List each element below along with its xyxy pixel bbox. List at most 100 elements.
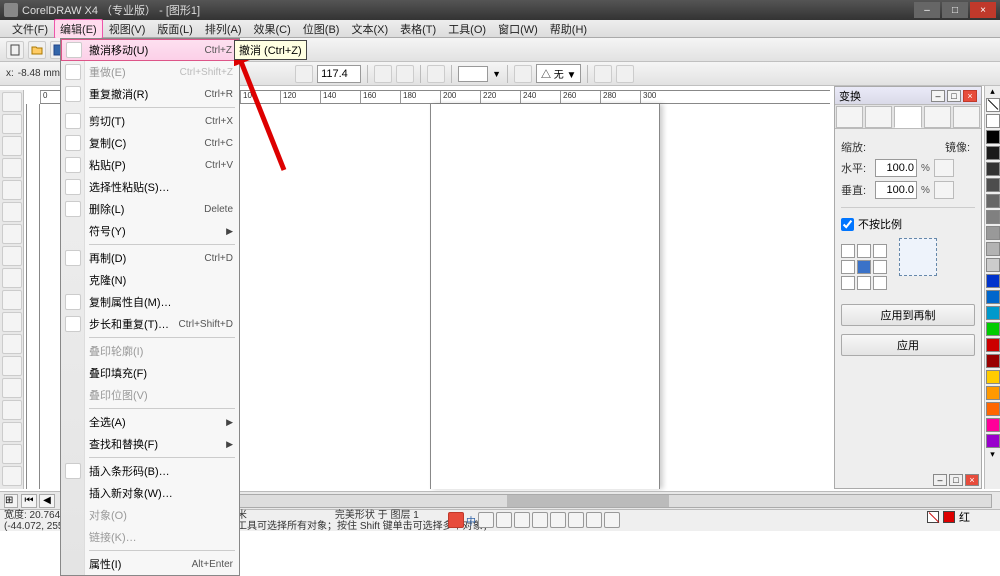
palette-up-icon[interactable]: ▴ bbox=[985, 86, 1000, 97]
menu-7[interactable]: 文本(X) bbox=[345, 19, 394, 39]
no-color-swatch[interactable] bbox=[986, 98, 1000, 112]
edit-menu-item-2[interactable]: 重复撤消(R)Ctrl+R bbox=[61, 83, 239, 105]
tab-position[interactable] bbox=[836, 106, 863, 128]
minimize-button[interactable]: – bbox=[914, 2, 940, 18]
color-swatch[interactable] bbox=[986, 306, 1000, 320]
edit-menu-item-4[interactable]: 剪切(T)Ctrl+X bbox=[61, 110, 239, 132]
rotate-icon[interactable] bbox=[295, 65, 313, 83]
align-icon[interactable] bbox=[427, 65, 445, 83]
tray-icon[interactable] bbox=[550, 512, 566, 528]
color-swatch[interactable] bbox=[986, 418, 1000, 432]
edit-menu-item-9[interactable]: 符号(Y)▶ bbox=[61, 220, 239, 242]
docker-max-icon[interactable]: □ bbox=[947, 90, 961, 102]
edit-menu-item-28[interactable]: 属性(I)Alt+Enter bbox=[61, 553, 239, 575]
tab-skew[interactable] bbox=[953, 106, 980, 128]
color-swatch[interactable] bbox=[986, 338, 1000, 352]
color-swatch[interactable] bbox=[986, 178, 1000, 192]
tab-size[interactable] bbox=[924, 106, 951, 128]
rectangle-tool[interactable] bbox=[2, 224, 22, 244]
freehand-tool[interactable] bbox=[2, 180, 22, 200]
tray-sogou-icon[interactable] bbox=[448, 512, 464, 528]
docker2-close-icon[interactable]: × bbox=[965, 474, 979, 486]
edit-menu-item-6[interactable]: 粘贴(P)Ctrl+V bbox=[61, 154, 239, 176]
tray-icon[interactable] bbox=[586, 512, 602, 528]
menu-1[interactable]: 编辑(E) bbox=[54, 19, 103, 39]
mirror-v-icon[interactable] bbox=[396, 65, 414, 83]
color-swatch[interactable] bbox=[986, 162, 1000, 176]
menu-11[interactable]: 帮助(H) bbox=[544, 19, 593, 39]
tray-icon[interactable] bbox=[496, 512, 512, 528]
docker2-max-icon[interactable]: □ bbox=[949, 474, 963, 486]
page-first-button[interactable]: ⏮ bbox=[21, 494, 37, 508]
menu-3[interactable]: 版面(L) bbox=[151, 19, 198, 39]
menu-5[interactable]: 效果(C) bbox=[248, 19, 297, 39]
pick-tool[interactable] bbox=[2, 92, 22, 112]
color-swatch[interactable] bbox=[986, 146, 1000, 160]
no-outline-swatch[interactable] bbox=[927, 511, 939, 523]
menu-6[interactable]: 位图(B) bbox=[297, 19, 346, 39]
menu-0[interactable]: 文件(F) bbox=[6, 19, 54, 39]
palette-down-icon[interactable]: ▾ bbox=[985, 449, 1000, 460]
new-icon[interactable] bbox=[6, 41, 24, 59]
edit-menu-item-24[interactable]: 插入新对象(W)… bbox=[61, 482, 239, 504]
wrap-combo[interactable]: △ 无 ▼ bbox=[536, 64, 581, 83]
ellipse-tool[interactable] bbox=[2, 246, 22, 266]
docker2-min-icon[interactable]: – bbox=[933, 474, 947, 486]
edit-menu-item-0[interactable]: 撤消移动(U)Ctrl+Z bbox=[61, 39, 239, 61]
color-swatch[interactable] bbox=[986, 210, 1000, 224]
apply-duplicate-button[interactable]: 应用到再制 bbox=[841, 304, 975, 326]
color-swatch[interactable] bbox=[986, 434, 1000, 448]
crop-tool[interactable] bbox=[2, 136, 22, 156]
edit-menu-item-11[interactable]: 再制(D)Ctrl+D bbox=[61, 247, 239, 269]
edit-menu-item-20[interactable]: 全选(A)▶ bbox=[61, 411, 239, 433]
outline-tool[interactable] bbox=[2, 444, 22, 464]
color-swatch[interactable] bbox=[986, 226, 1000, 240]
edit-menu-item-13[interactable]: 复制属性自(M)… bbox=[61, 291, 239, 313]
shape-tool[interactable] bbox=[2, 114, 22, 134]
color-swatch[interactable] bbox=[986, 290, 1000, 304]
edit-menu-item-14[interactable]: 步长和重复(T)…Ctrl+Shift+D bbox=[61, 313, 239, 335]
mirror-v-button[interactable] bbox=[934, 181, 954, 199]
edit-menu-item-12[interactable]: 克隆(N) bbox=[61, 269, 239, 291]
basic-shapes-tool[interactable] bbox=[2, 290, 22, 310]
table-tool[interactable] bbox=[2, 334, 22, 354]
anchor-grid[interactable] bbox=[841, 244, 887, 290]
color-swatch[interactable] bbox=[986, 274, 1000, 288]
color-swatch[interactable] bbox=[986, 130, 1000, 144]
tab-rotate[interactable] bbox=[865, 106, 892, 128]
docker-close-icon[interactable]: × bbox=[963, 90, 977, 102]
tray-icon[interactable] bbox=[604, 512, 620, 528]
tray-icon[interactable] bbox=[514, 512, 530, 528]
close-button[interactable]: × bbox=[970, 2, 996, 18]
dimension-tool[interactable] bbox=[2, 356, 22, 376]
apply-button[interactable]: 应用 bbox=[841, 334, 975, 356]
menu-4[interactable]: 排列(A) bbox=[199, 19, 248, 39]
convert2-icon[interactable] bbox=[616, 65, 634, 83]
text-tool[interactable] bbox=[2, 312, 22, 332]
mirror-h-icon[interactable] bbox=[374, 65, 392, 83]
wrap-icon[interactable] bbox=[514, 65, 532, 83]
color-swatch[interactable] bbox=[986, 258, 1000, 272]
polygon-tool[interactable] bbox=[2, 268, 22, 288]
tray-icon[interactable] bbox=[568, 512, 584, 528]
width-input[interactable] bbox=[317, 65, 361, 83]
menu-2[interactable]: 视图(V) bbox=[103, 19, 152, 39]
fill-color-swatch[interactable] bbox=[943, 511, 955, 523]
edit-menu-item-17[interactable]: 叠印填充(F) bbox=[61, 362, 239, 384]
scale-h-input[interactable] bbox=[875, 159, 917, 177]
eyedropper-tool[interactable] bbox=[2, 422, 22, 442]
fill-tool[interactable] bbox=[2, 466, 22, 486]
interactive-tool[interactable] bbox=[2, 400, 22, 420]
open-icon[interactable] bbox=[28, 41, 46, 59]
color-swatch[interactable] bbox=[986, 354, 1000, 368]
tray-icon[interactable] bbox=[478, 512, 494, 528]
menu-9[interactable]: 工具(O) bbox=[442, 19, 492, 39]
page-plus-icon[interactable]: ⊞ bbox=[4, 494, 18, 508]
tab-scale[interactable] bbox=[894, 106, 921, 128]
menu-8[interactable]: 表格(T) bbox=[394, 19, 442, 39]
edit-menu-item-7[interactable]: 选择性粘贴(S)… bbox=[61, 176, 239, 198]
color-swatch[interactable] bbox=[986, 242, 1000, 256]
edit-menu-item-21[interactable]: 查找和替换(F)▶ bbox=[61, 433, 239, 455]
maximize-button[interactable]: □ bbox=[942, 2, 968, 18]
edit-menu-item-8[interactable]: 删除(L)Delete bbox=[61, 198, 239, 220]
